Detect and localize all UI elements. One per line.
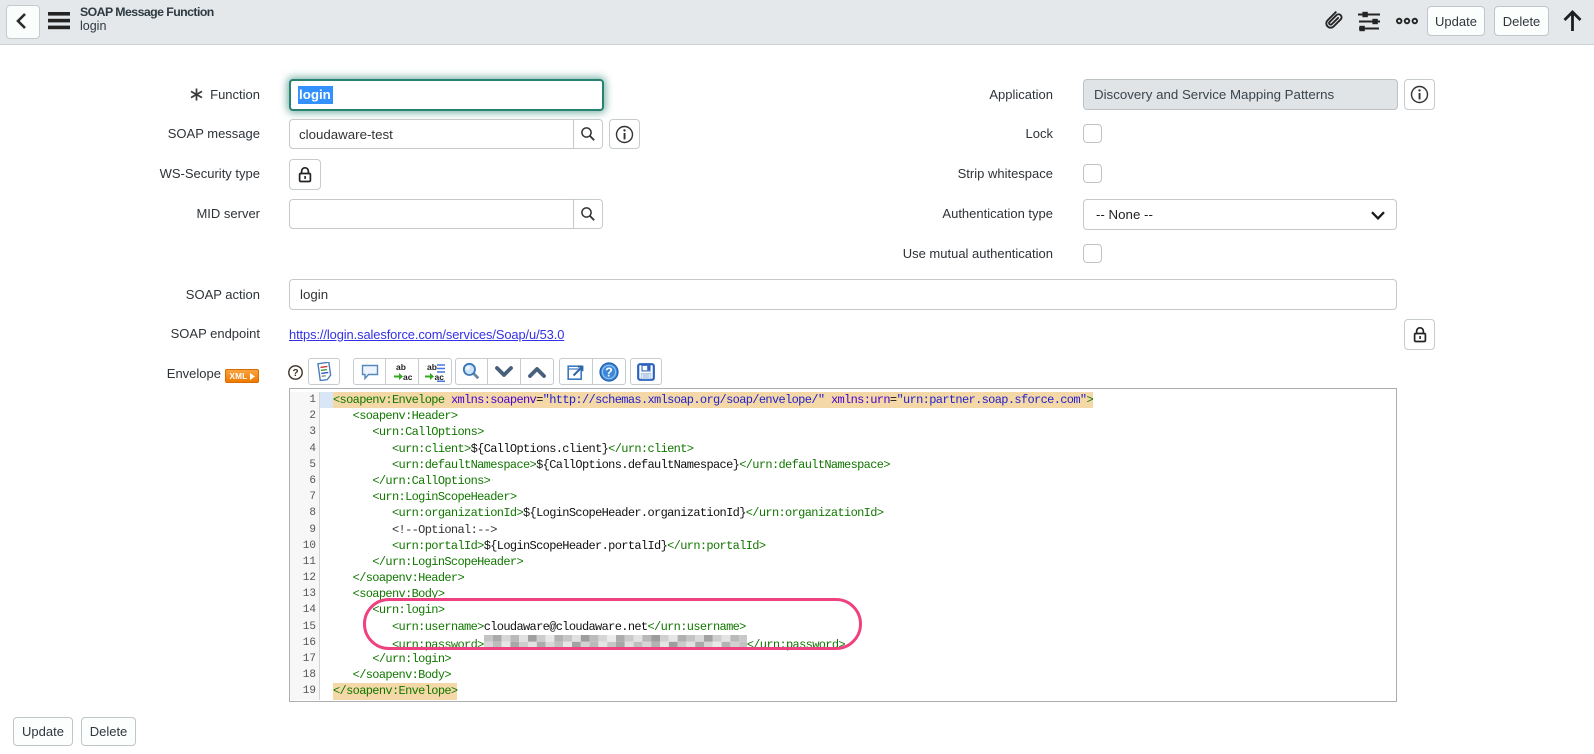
- svg-text:?: ?: [605, 365, 613, 379]
- svg-text:ab: ab: [427, 362, 437, 372]
- svg-text:?: ?: [292, 368, 298, 379]
- svg-text:ac: ac: [403, 372, 412, 382]
- svg-text:ab: ab: [396, 362, 406, 372]
